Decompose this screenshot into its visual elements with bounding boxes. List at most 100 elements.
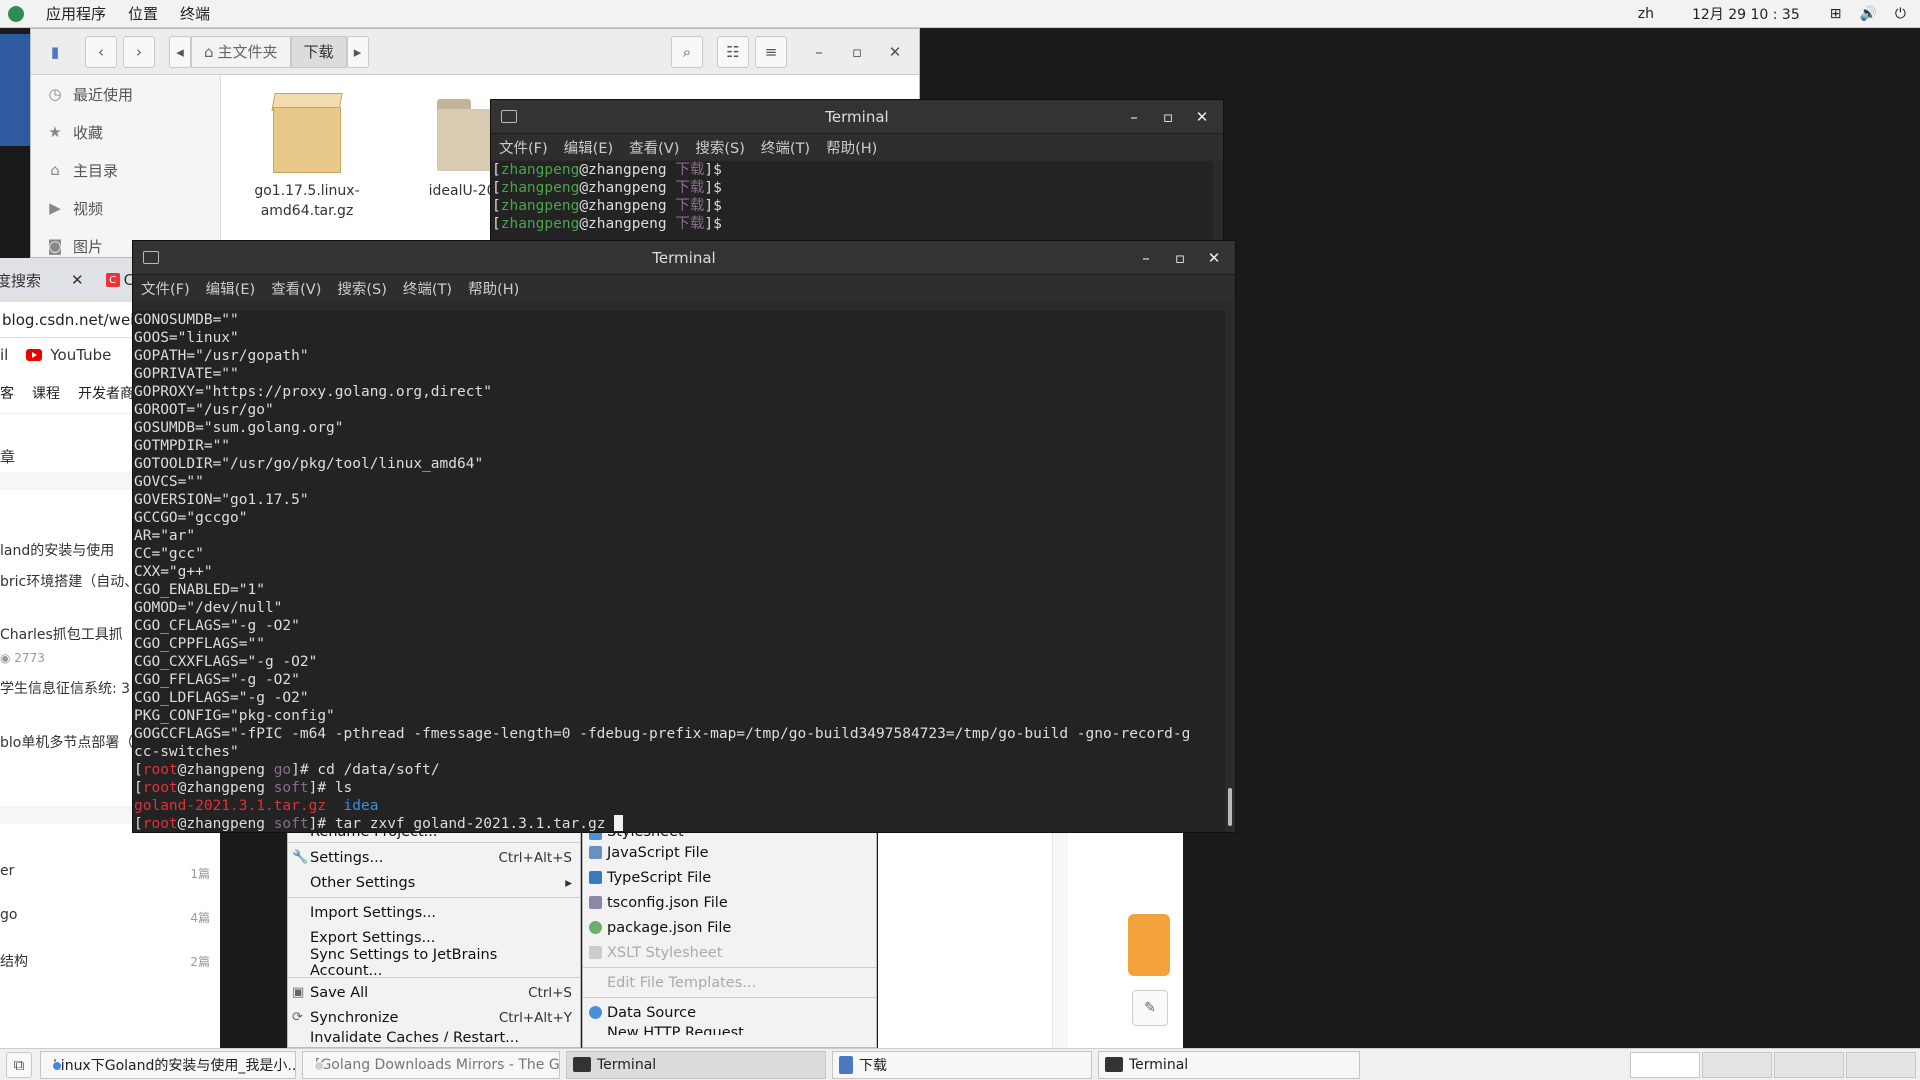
menu-item-javascript-file[interactable]: JavaScript File — [583, 840, 876, 865]
task-file-manager[interactable]: 下载 — [832, 1050, 1092, 1079]
workspace-3[interactable] — [1774, 1051, 1844, 1078]
nav-item[interactable]: 客 — [0, 383, 14, 403]
workspace-1[interactable] — [1630, 1051, 1700, 1078]
task-terminal-2[interactable]: Terminal — [1098, 1050, 1360, 1079]
bookmark-item[interactable]: il — [0, 346, 8, 364]
menu-item-package-json-file[interactable]: package.json File — [583, 915, 876, 940]
path-right-button[interactable]: ▸ — [346, 35, 369, 68]
menu-item-shortcut: Ctrl+Alt+Y — [498, 1009, 572, 1026]
menu-item-invalidate-caches[interactable]: Invalidate Caches / Restart... — [288, 1030, 580, 1042]
bookmark-youtube[interactable]: YouTube — [50, 346, 111, 364]
menu-item-data-source[interactable]: Data Source — [583, 1000, 876, 1025]
menu-applications[interactable]: 应用程序 — [46, 3, 106, 24]
task-label: 下载 — [859, 1057, 887, 1074]
menu-item-synchronize[interactable]: ⟳ Synchronize Ctrl+Alt+Y — [288, 1005, 580, 1030]
edit-icon[interactable]: ✎ — [1132, 990, 1168, 1026]
menu-file[interactable]: 文件(F) — [141, 278, 190, 299]
breadcrumb-current[interactable]: 下载 — [290, 35, 347, 68]
menu-help[interactable]: 帮助(H) — [826, 137, 877, 158]
show-desktop-button[interactable]: ⧉ — [6, 1051, 32, 1078]
category-name[interactable]: go — [0, 907, 17, 923]
nav-item[interactable]: 开发者商 — [78, 383, 134, 403]
sidebar-item-home[interactable]: ⌂ 主目录 — [31, 151, 220, 189]
back-button[interactable]: ‹ — [85, 35, 117, 68]
task-label: Linux下Goland的安装与使用_我是小... — [53, 1057, 296, 1074]
category-name[interactable]: er — [0, 863, 14, 879]
article-link[interactable]: land的安装与使用 — [0, 540, 114, 560]
menu-item-settings[interactable]: 🔧 Settings... Ctrl+Alt+S — [288, 845, 580, 870]
menu-search[interactable]: 搜索(S) — [695, 137, 745, 158]
clock[interactable]: 12月 29 10 : 35 — [1692, 4, 1800, 24]
npm-file-icon — [589, 921, 602, 934]
menu-places[interactable]: 位置 — [128, 3, 158, 24]
workspace-2[interactable] — [1702, 1051, 1772, 1078]
maximize-button[interactable]: ▫ — [841, 36, 873, 68]
task-browser-golang[interactable]: [Golang Downloads Mirrors - The G... — [302, 1050, 560, 1079]
terminal-scrollbar[interactable] — [1225, 311, 1235, 832]
prompt-user: zhangpeng — [500, 162, 580, 178]
terminal-output[interactable]: GONOSUMDB="" GOOS="linux" GOPATH="/usr/gop… — [133, 311, 1225, 832]
input-method-indicator[interactable]: zh — [1638, 6, 1654, 22]
menu-button[interactable]: ≡ — [755, 35, 787, 68]
article-link[interactable]: bric环境搭建（自动、 — [0, 571, 138, 591]
window-title: Terminal — [825, 107, 889, 126]
menu-edit[interactable]: 编辑(E) — [206, 278, 255, 299]
menu-edit[interactable]: 编辑(E) — [564, 137, 613, 158]
article-link[interactable]: Charles抓包工具抓 — [0, 624, 123, 644]
volume-icon[interactable]: 🔊 — [1859, 6, 1876, 22]
scrollbar-thumb[interactable] — [1228, 788, 1232, 826]
sidebar-item-videos[interactable]: ▶ 视频 — [31, 189, 220, 227]
workspace-4[interactable] — [1846, 1051, 1916, 1078]
close-button[interactable]: ✕ — [879, 36, 911, 68]
category-name[interactable]: 结构 — [0, 951, 28, 971]
menu-item-tsconfig-file[interactable]: tsconfig.json File — [583, 890, 876, 915]
sidebar-toggle-button[interactable]: ▮ — [39, 36, 71, 68]
menu-item-save-all[interactable]: ▣ Save All Ctrl+S — [288, 980, 580, 1005]
menu-view[interactable]: 查看(V) — [271, 278, 321, 299]
power-icon[interactable]: ⏻ — [1895, 6, 1906, 22]
javascript-file-icon — [589, 846, 602, 859]
breadcrumb-home[interactable]: ⌂ 主文件夹 — [191, 35, 291, 68]
close-button[interactable]: ✕ — [1199, 249, 1229, 267]
search-button[interactable]: ⌕ — [671, 35, 703, 68]
menu-terminal[interactable]: 终端 — [180, 3, 210, 24]
menu-file[interactable]: 文件(F) — [499, 137, 548, 158]
task-browser-csdn[interactable]: Linux下Goland的安装与使用_我是小... — [40, 1050, 296, 1079]
menu-search[interactable]: 搜索(S) — [337, 278, 387, 299]
sidebar-item-recent[interactable]: ◷ 最近使用 — [31, 75, 220, 113]
minimize-button[interactable]: – — [1131, 249, 1161, 267]
menu-view[interactable]: 查看(V) — [629, 137, 679, 158]
menu-item-new-http-request[interactable]: New HTTP Request — [583, 1025, 876, 1035]
menu-item-typescript-file[interactable]: TypeScript File — [583, 865, 876, 890]
menu-item-import-settings[interactable]: Import Settings... — [288, 900, 580, 925]
browser-tab-search[interactable]: 度搜索 — [0, 270, 41, 291]
sidebar-item-label: 主目录 — [73, 161, 119, 180]
tab-close-icon[interactable]: ✕ — [71, 271, 84, 289]
home-icon: ⌂ — [204, 42, 214, 61]
path-left-button[interactable]: ◂ — [169, 35, 191, 68]
article-link[interactable]: blo单机多节点部署（手 — [0, 732, 147, 752]
menu-item-sync-settings[interactable]: Sync Settings to JetBrains Account... — [288, 947, 580, 979]
close-button[interactable]: ✕ — [1187, 108, 1217, 126]
menu-item-shortcut: Ctrl+Alt+S — [498, 849, 573, 866]
sidebar-item-starred[interactable]: ★ 收藏 — [31, 113, 220, 151]
promo-mascot-icon[interactable] — [1128, 914, 1170, 976]
task-terminal-1[interactable]: Terminal — [566, 1050, 826, 1079]
prompt-dir: 下载 — [675, 162, 705, 178]
forward-button[interactable]: › — [123, 35, 155, 68]
nav-item[interactable]: 课程 — [32, 383, 60, 403]
file-item-go-tarball[interactable]: go1.17.5.linux-amd64.tar.gz — [247, 87, 367, 221]
view-toggle-button[interactable]: ☷ — [717, 35, 749, 68]
menu-item-other-settings[interactable]: Other Settings ▸ — [288, 870, 580, 895]
menu-help[interactable]: 帮助(H) — [468, 278, 519, 299]
menu-terminal[interactable]: 终端(T) — [761, 137, 810, 158]
menu-terminal[interactable]: 终端(T) — [403, 278, 452, 299]
maximize-button[interactable]: ▫ — [1165, 249, 1195, 267]
article-link[interactable]: 学生信息征信系统: 3 — [0, 678, 130, 698]
minimize-button[interactable]: – — [803, 36, 835, 68]
minimize-button[interactable]: – — [1119, 108, 1149, 126]
network-icon[interactable]: ⊞ — [1830, 6, 1842, 22]
terminal-output[interactable]: [zhangpeng@zhangpeng 下载]$ [zhangpeng@zhan… — [491, 161, 1213, 240]
maximize-button[interactable]: ▫ — [1153, 108, 1183, 126]
terminal-scrollbar[interactable] — [1213, 161, 1223, 240]
